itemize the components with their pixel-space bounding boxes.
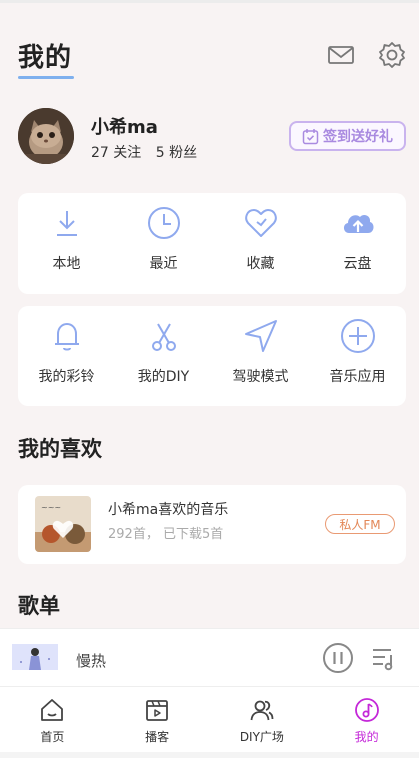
favorites-section-title: 我的喜欢 bbox=[18, 437, 102, 461]
quick-access-card: 本地 最近 收藏 云盘 bbox=[18, 193, 406, 294]
playlist-title: 小希ma喜欢的音乐 bbox=[108, 502, 229, 518]
grid-item-music-apps[interactable]: 音乐应用 bbox=[309, 306, 406, 406]
tab-label: 首页 bbox=[40, 730, 65, 744]
follow-stats: 27 关注 5 粉丝 bbox=[91, 142, 207, 162]
followers-count[interactable]: 5 粉丝 bbox=[156, 145, 197, 161]
page-title: 我的 bbox=[18, 43, 73, 73]
playlist-cover-image: ~~~ bbox=[35, 496, 91, 552]
bell-icon bbox=[54, 323, 79, 351]
music-note-icon bbox=[354, 698, 379, 722]
grid-item-drive-mode[interactable]: 驾驶模式 bbox=[212, 306, 309, 406]
clock-icon bbox=[147, 207, 180, 239]
grid-label: 收藏 bbox=[246, 256, 275, 272]
grid-item-local[interactable]: 本地 bbox=[18, 193, 115, 294]
gear-icon[interactable] bbox=[377, 40, 407, 70]
grid-label: 驾驶模式 bbox=[232, 369, 289, 385]
grid-item-favorites[interactable]: 收藏 bbox=[212, 193, 309, 294]
checkin-label: 签到送好礼 bbox=[323, 129, 393, 145]
tab-podcast[interactable]: 播客 bbox=[105, 687, 210, 758]
checkin-button[interactable]: 签到送好礼 bbox=[289, 121, 406, 151]
grid-label: 云盘 bbox=[343, 256, 372, 272]
grid-item-ringtone[interactable]: 我的彩铃 bbox=[18, 306, 115, 406]
tab-home[interactable]: 首页 bbox=[0, 687, 105, 758]
scissors-icon bbox=[151, 323, 176, 351]
calendar-check-icon bbox=[302, 128, 319, 144]
grid-label: 我的彩铃 bbox=[38, 369, 95, 385]
mini-player[interactable]: 慢热 bbox=[0, 628, 419, 686]
tab-label: 我的 bbox=[354, 730, 379, 744]
now-playing-cover bbox=[12, 644, 58, 670]
avatar[interactable] bbox=[18, 108, 74, 164]
following-count[interactable]: 27 关注 bbox=[91, 145, 141, 161]
tab-label: 播客 bbox=[145, 730, 170, 744]
private-fm-button[interactable]: 私人FM bbox=[325, 514, 395, 534]
tab-mine[interactable]: 我的 bbox=[314, 687, 419, 758]
download-icon bbox=[56, 211, 77, 236]
playlist-queue-icon[interactable] bbox=[370, 644, 398, 672]
home-indicator-area bbox=[0, 752, 419, 758]
grid-label: 最近 bbox=[149, 256, 178, 272]
pause-icon[interactable] bbox=[322, 642, 354, 674]
favorites-card[interactable]: ~~~ 小希ma喜欢的音乐 292首， 已下载5首 私人FM bbox=[18, 485, 406, 564]
heart-icon bbox=[244, 209, 277, 237]
status-divider bbox=[0, 0, 419, 3]
now-playing-title: 慢热 bbox=[76, 652, 107, 670]
grid-item-diy[interactable]: 我的DIY bbox=[115, 306, 212, 406]
navigation-icon bbox=[244, 320, 277, 352]
grid-item-recent[interactable]: 最近 bbox=[115, 193, 212, 294]
features-card: 我的彩铃 我的DIY 驾驶模式 音乐应用 bbox=[18, 306, 406, 406]
plus-circle-icon bbox=[340, 319, 375, 353]
cat-avatar-image bbox=[18, 108, 74, 164]
grid-item-cloud[interactable]: 云盘 bbox=[309, 193, 406, 294]
title-underline bbox=[18, 76, 74, 79]
grid-label: 我的DIY bbox=[137, 369, 190, 385]
video-icon bbox=[146, 700, 169, 721]
playlist-cover: ~~~ bbox=[35, 496, 91, 552]
tab-diy-square[interactable]: DIY广场 bbox=[210, 687, 315, 758]
grid-label: 本地 bbox=[52, 256, 81, 272]
cloud-upload-icon bbox=[343, 214, 374, 233]
bottom-tab-bar: 首页 播客 DIY广场 我的 bbox=[0, 686, 419, 758]
playlist-stats: 292首， 已下载5首 bbox=[108, 527, 224, 542]
grid-label: 音乐应用 bbox=[329, 369, 386, 385]
home-icon bbox=[41, 699, 64, 721]
tab-label: DIY广场 bbox=[239, 730, 284, 744]
users-icon bbox=[250, 700, 274, 721]
mail-icon[interactable] bbox=[326, 40, 356, 70]
svg-text:~~~: ~~~ bbox=[41, 503, 61, 512]
playlists-section-title: 歌单 bbox=[18, 594, 60, 618]
now-playing-cover-image bbox=[12, 644, 58, 670]
username[interactable]: 小希ma bbox=[91, 113, 158, 139]
